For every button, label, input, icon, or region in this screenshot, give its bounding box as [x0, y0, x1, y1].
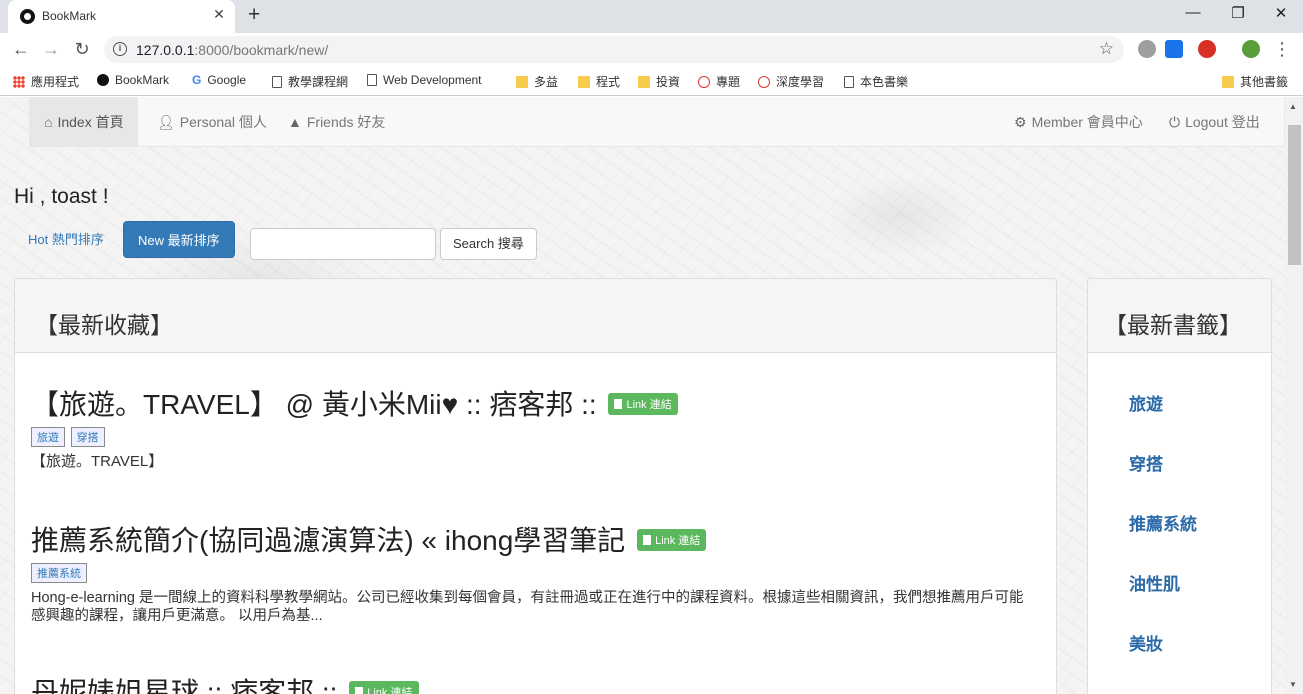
page-scrollbar[interactable]: ▲ ▼: [1286, 97, 1303, 694]
document-icon: [355, 687, 364, 694]
bookmark-favicon-icon: [20, 9, 35, 24]
bookmarks-bar: 應用程式 BookMark G Google 教學課程網 Web Developm…: [0, 66, 1303, 96]
tag-list: 推薦系統: [31, 563, 1031, 583]
greeting-text: Hi , toast !: [14, 185, 109, 208]
home-icon: ⌂: [44, 114, 53, 130]
apps-icon: [13, 76, 25, 88]
bookmark-bense[interactable]: 本色書樂: [844, 73, 908, 90]
bookmark-google[interactable]: G Google: [192, 73, 246, 87]
sidebar-link[interactable]: 推薦系統: [1129, 510, 1197, 535]
bookmark-folder-toeic[interactable]: 多益: [516, 73, 558, 90]
latest-collections-panel: 【最新收藏】 【旅遊。TRAVEL】 @ 黃小米Mii♥ :: 痞客邦 :: L…: [14, 278, 1057, 694]
folder-icon: [1222, 76, 1234, 88]
site-icon: [698, 76, 710, 88]
bookmark-entry: 推薦系統簡介(協同過濾演算法) « ihong學習筆記 Link 連結 推薦系統…: [31, 519, 1031, 625]
page-icon: [272, 76, 282, 88]
bookmark-course[interactable]: 教學課程網: [272, 73, 348, 90]
document-icon: [643, 535, 652, 545]
nav-friends[interactable]: ▲ Friends 好友: [274, 97, 399, 147]
new-tab-button[interactable]: +: [248, 3, 260, 27]
new-sort-button[interactable]: New 最新排序: [123, 221, 235, 258]
latest-bookmarks-panel: 【最新書籤】 旅遊 穿搭 推薦系統 油性肌 美妝: [1087, 278, 1272, 694]
tab-strip: BookMark ✕ + — ❐ ✕: [0, 0, 1303, 33]
bookmark-entry: 【旅遊。TRAVEL】 @ 黃小米Mii♥ :: 痞客邦 :: Link 連結 …: [31, 383, 1031, 471]
tag-list: 旅遊 穿搭: [31, 427, 1031, 447]
address-bar[interactable]: i 127.0.0.1:8000/bookmark/new/ ☆: [104, 36, 1124, 63]
tag[interactable]: 旅遊: [31, 427, 65, 447]
folder-icon: [516, 76, 528, 88]
bookmark-deep-learning[interactable]: 深度學習: [758, 73, 824, 90]
reload-button[interactable]: ↻: [72, 39, 92, 60]
sidebar-link[interactable]: 旅遊: [1129, 390, 1163, 415]
scroll-thumb[interactable]: [1288, 125, 1301, 265]
bookmark-folder-code[interactable]: 程式: [578, 73, 620, 90]
entry-description: Hong-e-learning 是一間線上的資料科學教學網站。公司已經收集到每個…: [31, 590, 1024, 624]
extension-icon[interactable]: [1138, 40, 1156, 58]
bookmark-star-icon[interactable]: ☆: [1099, 39, 1114, 59]
nav-personal[interactable]: 👤︎ Personal 個人: [143, 97, 281, 147]
forward-button[interactable]: →: [41, 39, 61, 60]
devdocs-icon: [367, 74, 377, 86]
page-icon: [844, 76, 854, 88]
power-icon: ⏻: [1169, 114, 1181, 130]
entry-title[interactable]: 【旅遊。TRAVEL】 @ 黃小米Mii♥ :: 痞客邦 ::: [31, 389, 597, 420]
browser-menu-icon[interactable]: ⋮: [1272, 39, 1292, 60]
hot-sort-button[interactable]: Hot 熱門排序: [14, 221, 118, 258]
minimize-button[interactable]: —: [1183, 4, 1203, 21]
site-info-icon[interactable]: i: [113, 42, 127, 56]
adblock-off-icon[interactable]: [1165, 40, 1183, 58]
nav-index[interactable]: ⌂ Index 首頁: [30, 97, 138, 147]
entry-title[interactable]: 丹妮婊姐星球 :: 痞客邦 ::: [31, 677, 337, 694]
profile-avatar-icon[interactable]: [1242, 40, 1260, 58]
site-icon: [758, 76, 770, 88]
entry-description: 【旅遊。TRAVEL】: [31, 453, 164, 470]
folder-icon: [578, 76, 590, 88]
page-viewport: ⌂ Index 首頁 👤︎ Personal 個人 ▲ Friends 好友 ⚙ Mem…: [0, 97, 1286, 694]
bookmark-site-icon: [97, 74, 109, 86]
latest-collections-heading: 【最新收藏】: [15, 279, 1056, 353]
sidebar-link[interactable]: 美妝: [1129, 630, 1163, 655]
sidebar-link[interactable]: 油性肌: [1129, 570, 1180, 595]
search-input[interactable]: [250, 228, 436, 260]
maximize-button[interactable]: ❐: [1228, 4, 1248, 22]
window-close-button[interactable]: ✕: [1271, 4, 1291, 22]
bookmark-project[interactable]: 專題: [698, 73, 740, 90]
bookmark-webdev[interactable]: Web Development: [367, 73, 482, 87]
graduation-cap-icon: ▲: [288, 114, 302, 130]
tab-title: BookMark: [42, 9, 97, 23]
link-button[interactable]: Link 連結: [637, 529, 707, 551]
nav-logout[interactable]: ⏻ Logout 登出: [1155, 97, 1274, 147]
scroll-down-icon[interactable]: ▼: [1289, 680, 1297, 689]
yab-extension-icon[interactable]: [1198, 40, 1216, 58]
scroll-up-icon[interactable]: ▲: [1289, 102, 1297, 111]
bookmark-entry: 丹妮婊姐星球 :: 痞客邦 :: Link 連結: [31, 671, 1031, 694]
latest-bookmarks-heading: 【最新書籤】: [1088, 279, 1271, 353]
tab-close-icon[interactable]: ✕: [211, 6, 227, 23]
sidebar-link[interactable]: 穿搭: [1129, 450, 1163, 475]
google-icon: G: [192, 73, 202, 87]
bookmark-folder-invest[interactable]: 投資: [638, 73, 680, 90]
gear-icon: ⚙: [1014, 114, 1027, 130]
link-button[interactable]: Link 連結: [608, 393, 678, 415]
address-toolbar: ← → ↻ i 127.0.0.1:8000/bookmark/new/ ☆ ⋮: [0, 33, 1303, 66]
user-icon: 👤︎: [157, 114, 175, 130]
bookmark-bookmark[interactable]: BookMark: [97, 73, 169, 87]
bookmark-other[interactable]: 其他書籤: [1222, 73, 1288, 90]
url-text: 127.0.0.1:8000/bookmark/new/: [136, 42, 329, 58]
search-button[interactable]: Search 搜尋: [440, 228, 537, 260]
tag[interactable]: 推薦系統: [31, 563, 87, 583]
site-navbar: ⌂ Index 首頁 👤︎ Personal 個人 ▲ Friends 好友 ⚙ Mem…: [29, 97, 1285, 147]
entry-title[interactable]: 推薦系統簡介(協同過濾演算法) « ihong學習筆記: [31, 525, 625, 556]
tag[interactable]: 穿搭: [70, 427, 105, 447]
browser-tab[interactable]: BookMark ✕: [8, 0, 235, 33]
back-button[interactable]: ←: [11, 39, 31, 60]
folder-icon: [638, 76, 650, 88]
nav-member[interactable]: ⚙ Member 會員中心: [1000, 97, 1157, 147]
document-icon: [614, 399, 623, 409]
link-button[interactable]: Link 連結: [349, 681, 419, 694]
bookmark-apps[interactable]: 應用程式: [13, 73, 79, 90]
